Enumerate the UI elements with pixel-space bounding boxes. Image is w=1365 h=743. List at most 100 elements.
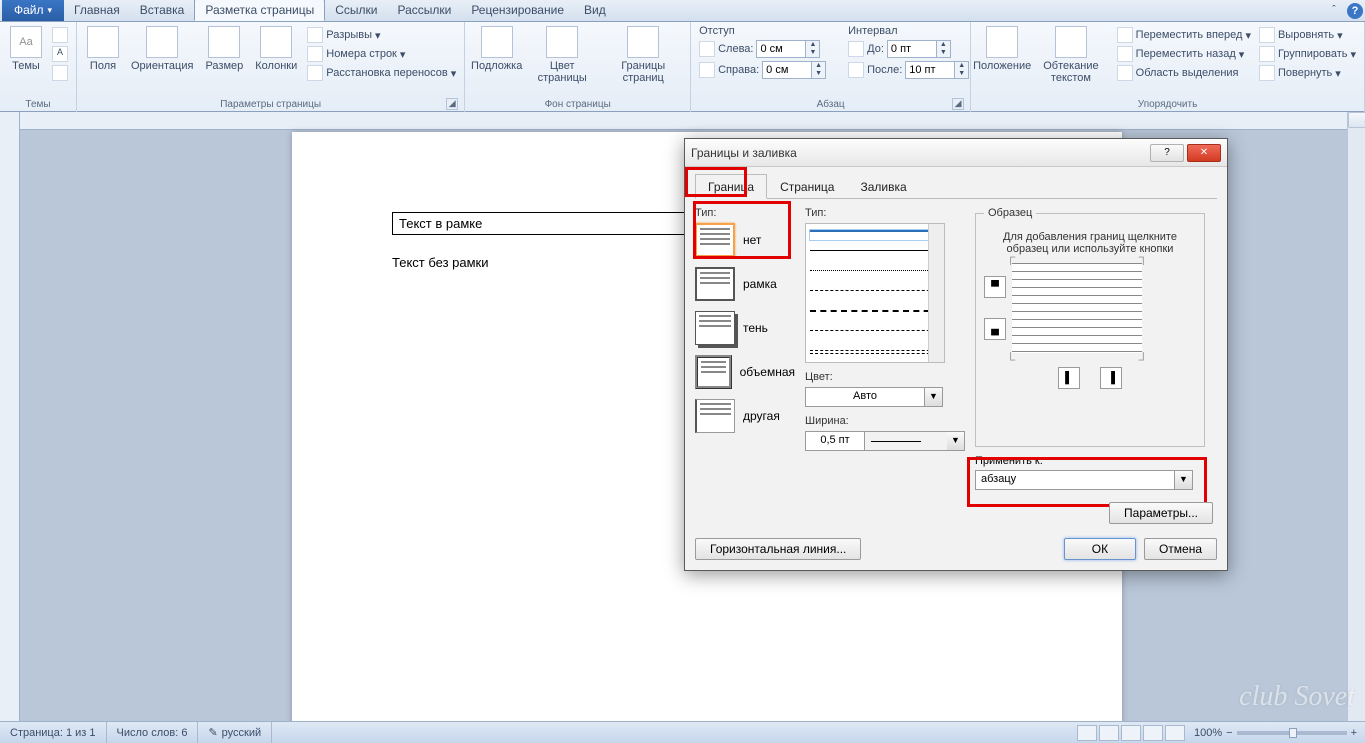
horizontal-ruler[interactable] — [20, 112, 1365, 130]
edge-top-button[interactable]: ▀ — [984, 276, 1006, 298]
view-web[interactable] — [1121, 725, 1141, 741]
setting-shadow[interactable]: тень — [695, 311, 795, 345]
dialog-tab-shading[interactable]: Заливка — [847, 174, 919, 199]
dialog-titlebar[interactable]: Границы и заливка ? ✕ — [685, 139, 1227, 167]
spacing-before-input[interactable]: ▲▼ — [887, 40, 951, 58]
ok-button[interactable]: ОК — [1064, 538, 1136, 560]
tab-references[interactable]: Ссылки — [325, 0, 387, 21]
params-button[interactable]: Параметры... — [1109, 502, 1213, 524]
indent-right-input[interactable]: ▲▼ — [762, 61, 826, 79]
margins-button[interactable]: Поля — [83, 24, 123, 74]
tab-page-layout[interactable]: Разметка страницы — [194, 0, 325, 21]
style-list[interactable] — [805, 223, 945, 363]
group-objects-button[interactable]: Группировать ▾ — [1257, 45, 1358, 63]
edge-right-button[interactable]: ▐ — [1100, 367, 1122, 389]
align-label: Выровнять — [1278, 29, 1334, 41]
horizontal-line-button[interactable]: Горизонтальная линия... — [695, 538, 861, 560]
setting-3d-label: объемная — [740, 365, 795, 379]
sample-legend: Образец — [984, 207, 1036, 219]
zoom-value[interactable]: 100% — [1194, 727, 1222, 739]
group-page-background-label: Фон страницы — [471, 98, 684, 112]
theme-fonts-button[interactable]: A — [50, 45, 70, 63]
hyphenation-label: Расстановка переносов — [326, 67, 447, 79]
wrap-text-button[interactable]: Обтекание текстом — [1031, 24, 1110, 86]
view-draft[interactable] — [1165, 725, 1185, 741]
indent-left-input[interactable]: ▲▼ — [756, 40, 820, 58]
orientation-label: Ориентация — [131, 60, 193, 72]
view-outline[interactable] — [1143, 725, 1163, 741]
spacing-after-icon — [848, 62, 864, 78]
selection-pane-icon — [1117, 65, 1133, 81]
setting-custom[interactable]: другая — [695, 399, 795, 433]
page-setup-launcher[interactable]: ◢ — [446, 98, 458, 110]
line-numbers-button[interactable]: Номера строк ▾ — [305, 45, 458, 63]
align-button[interactable]: Выровнять ▾ — [1257, 26, 1358, 44]
breaks-button[interactable]: Разрывы ▾ — [305, 26, 458, 44]
page-borders-icon — [627, 26, 659, 58]
dialog-close-button[interactable]: ✕ — [1187, 144, 1221, 162]
line-numbers-label: Номера строк — [326, 48, 397, 60]
breaks-label: Разрывы — [326, 29, 372, 41]
dialog-tab-page[interactable]: Страница — [767, 174, 847, 199]
tab-insert[interactable]: Вставка — [130, 0, 195, 21]
selection-pane-button[interactable]: Область выделения — [1115, 64, 1253, 82]
tab-view[interactable]: Вид — [574, 0, 616, 21]
help-icon[interactable]: ? — [1347, 3, 1363, 19]
setting-box[interactable]: рамка — [695, 267, 795, 301]
edge-bottom-button[interactable]: ▄ — [984, 318, 1006, 340]
page-color-button[interactable]: Цвет страницы — [526, 24, 598, 86]
setting-none[interactable]: нет — [695, 223, 795, 257]
vertical-scrollbar[interactable]: ▲ — [1347, 112, 1365, 721]
colors-icon — [52, 27, 68, 43]
send-backward-label: Переместить назад — [1136, 48, 1236, 60]
file-tab[interactable]: Файл ▾ — [2, 0, 64, 21]
tab-mailings[interactable]: Рассылки — [387, 0, 461, 21]
size-button[interactable]: Размер — [201, 24, 247, 74]
dialog-tab-border[interactable]: Граница — [695, 174, 767, 199]
dialog-help-button[interactable]: ? — [1150, 144, 1184, 162]
status-lang[interactable]: ✎русский — [198, 722, 272, 743]
send-backward-button[interactable]: Переместить назад ▾ — [1115, 45, 1253, 63]
group-page-background: Подложка Цвет страницы Границы страниц Ф… — [465, 22, 691, 112]
watermark-icon — [481, 26, 513, 58]
themes-button[interactable]: Aа Темы — [6, 24, 46, 74]
view-full-screen[interactable] — [1099, 725, 1119, 741]
width-select[interactable]: 0,5 пт▼ — [805, 431, 965, 451]
hyphenation-button[interactable]: Расстановка переносов ▾ — [305, 64, 458, 82]
apply-label: Применить к: — [975, 455, 1205, 467]
page-borders-button[interactable]: Границы страниц — [602, 24, 684, 86]
orientation-button[interactable]: Ориентация — [127, 24, 197, 74]
setting-3d[interactable]: объемная — [695, 355, 795, 389]
themes-icon: Aа — [10, 26, 42, 58]
align-icon — [1259, 27, 1275, 43]
color-select[interactable]: Авто▼ — [805, 387, 965, 407]
chevron-down-icon: ▼ — [925, 387, 943, 407]
status-words[interactable]: Число слов: 6 — [107, 722, 199, 743]
vertical-ruler[interactable] — [0, 112, 20, 721]
tab-review[interactable]: Рецензирование — [461, 0, 574, 21]
minimize-ribbon-icon[interactable]: ˆ — [1325, 1, 1343, 19]
theme-effects-button[interactable] — [50, 64, 70, 82]
status-page[interactable]: Страница: 1 из 1 — [0, 722, 107, 743]
cancel-button[interactable]: Отмена — [1144, 538, 1217, 560]
style-scrollbar[interactable] — [928, 224, 944, 362]
zoom-in-button[interactable]: + — [1351, 727, 1357, 739]
position-button[interactable]: Положение — [977, 24, 1027, 74]
view-print-layout[interactable] — [1077, 725, 1097, 741]
edge-left-button[interactable]: ▌ — [1058, 367, 1080, 389]
watermark-button[interactable]: Подложка — [471, 24, 522, 74]
sample-preview[interactable] — [1012, 263, 1142, 353]
selection-pane-label: Область выделения — [1136, 67, 1239, 79]
rotate-button[interactable]: Повернуть ▾ — [1257, 64, 1358, 82]
scroll-up-icon[interactable]: ▲ — [1348, 112, 1365, 128]
bring-forward-button[interactable]: Переместить вперед ▾ — [1115, 26, 1253, 44]
rotate-label: Повернуть — [1278, 67, 1332, 79]
theme-colors-button[interactable] — [50, 26, 70, 44]
spacing-after-input[interactable]: ▲▼ — [905, 61, 969, 79]
zoom-slider[interactable] — [1237, 731, 1347, 735]
apply-select[interactable]: абзацу▼ — [975, 470, 1205, 490]
zoom-out-button[interactable]: − — [1226, 727, 1232, 739]
tab-home[interactable]: Главная — [64, 0, 130, 21]
paragraph-launcher[interactable]: ◢ — [952, 98, 964, 110]
columns-button[interactable]: Колонки — [251, 24, 301, 74]
